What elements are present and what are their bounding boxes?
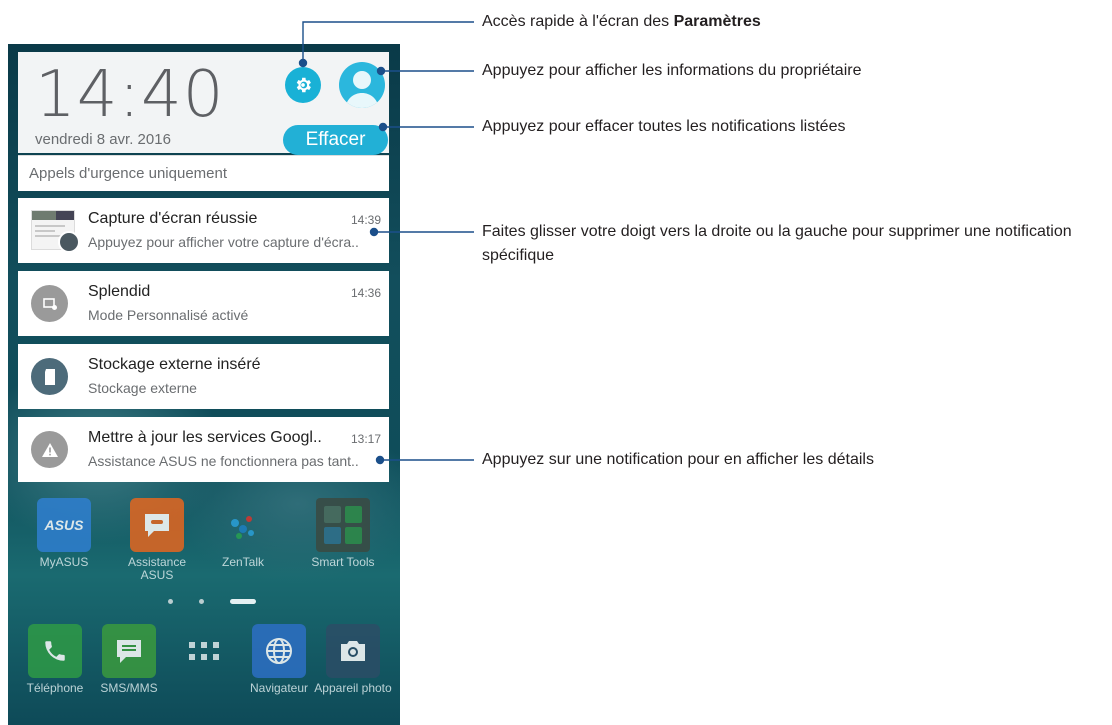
- callout-owner: Appuyez pour afficher les informations d…: [482, 62, 862, 79]
- callout-line-settings: [302, 21, 474, 63]
- callout-settings: Accès rapide à l'écran des Paramètres: [482, 10, 761, 34]
- callout-clear: Appuyez pour effacer toutes les notifica…: [482, 118, 846, 135]
- callout-swipe: Faites glisser votre doigt vers la droit…: [482, 223, 1072, 264]
- callout-settings-text: Accès rapide à l'écran des: [482, 13, 674, 30]
- callout-lines: [298, 21, 474, 465]
- callout-tap: Appuyez sur une notification pour en aff…: [482, 451, 874, 468]
- callout-settings-bold: Paramètres: [673, 13, 761, 30]
